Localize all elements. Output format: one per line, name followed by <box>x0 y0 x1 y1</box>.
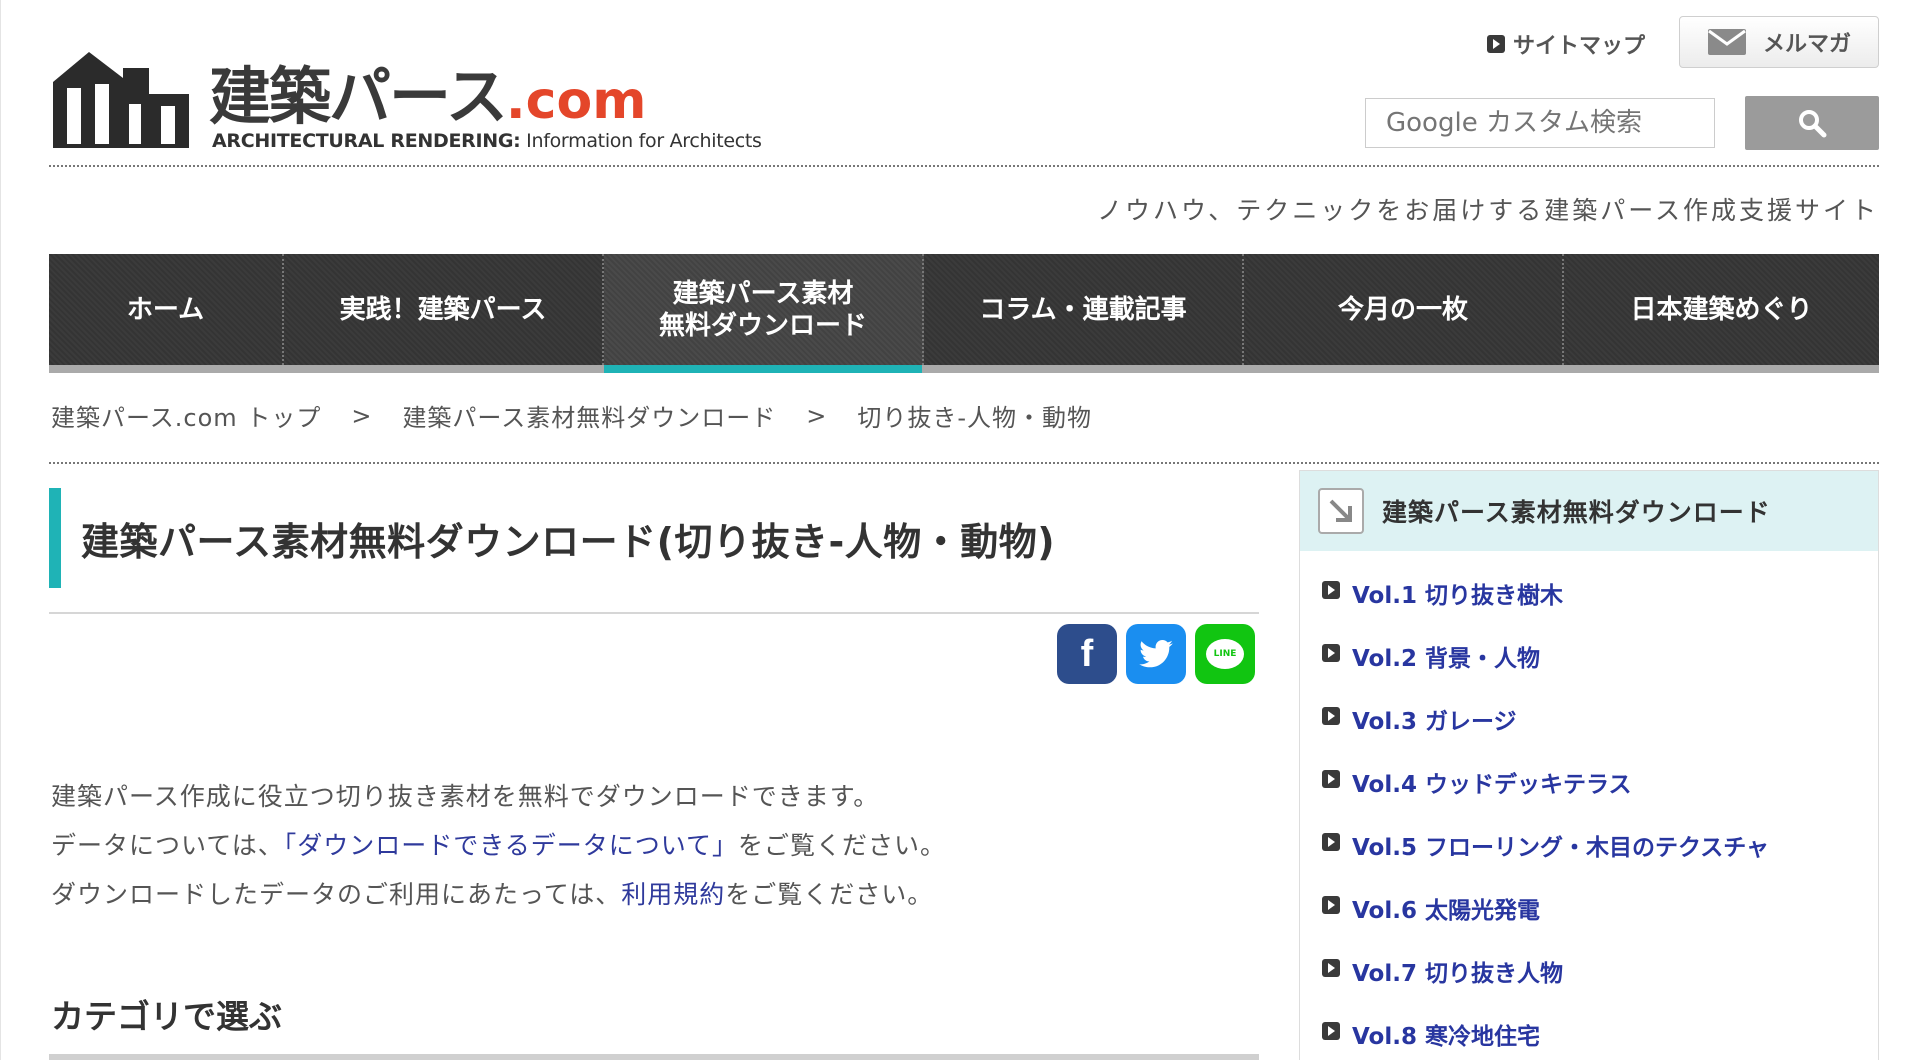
terms-link[interactable]: 利用規約 <box>621 880 725 909</box>
breadcrumb-separator: > <box>351 401 373 430</box>
breadcrumb: 建築パース.com トップ > 建築パース素材無料ダウンロード > 切り抜き-人… <box>51 398 1092 433</box>
intro-line-3-post: をご覧ください。 <box>725 880 934 909</box>
arrow-right-square-icon <box>1322 1021 1340 1040</box>
nav-item-label: 実践！建築パース <box>339 294 547 325</box>
page-title: 建築パース素材無料ダウンロード(切り抜き-人物・動物) <box>49 488 1259 588</box>
sidebar-item-label: Vol.4 ウッドデッキテラス <box>1352 771 1632 798</box>
arrow-right-square-icon <box>1487 35 1505 53</box>
logo-title-main: 建築パース <box>209 60 508 133</box>
line-share-button[interactable]: LINE <box>1195 624 1255 684</box>
search-input[interactable] <box>1365 98 1715 148</box>
about-data-link[interactable]: 「ダウンロードできるデータについて」 <box>284 831 738 860</box>
facebook-share-button[interactable]: f <box>1057 624 1117 684</box>
intro-text: 建築パース作成に役立つ切り抜き素材を無料でダウンロードできます。 データについて… <box>51 772 946 919</box>
logo-sub-bold: ARCHITECTURAL RENDERING: <box>212 130 521 152</box>
arrow-down-right-icon <box>1318 488 1364 534</box>
mailmag-button[interactable]: メルマガ <box>1679 16 1879 68</box>
intro-line-2-pre: データについては、 <box>51 831 284 860</box>
sidebar-item-label: Vol.1 切り抜き樹木 <box>1352 582 1563 609</box>
arrow-right-square-icon <box>1322 643 1340 662</box>
logo-sub-light: Information for Architects <box>520 130 762 152</box>
nav-item-home[interactable]: ホーム <box>49 254 284 365</box>
nav-item-practice[interactable]: 実践！建築パース <box>284 254 604 365</box>
twitter-share-button[interactable] <box>1126 624 1186 684</box>
breadcrumb-divider <box>49 462 1879 464</box>
sidebar-item-label: Vol.3 ガレージ <box>1352 708 1517 735</box>
category-bar <box>49 1054 1259 1060</box>
sidebar-item-vol5[interactable]: Vol.5 フローリング・木目のテクスチャ <box>1300 813 1878 876</box>
sidebar-item-label: Vol.8 寒冷地住宅 <box>1352 1023 1540 1050</box>
twitter-bird-icon <box>1139 640 1173 668</box>
logo-title: 建築パース.com <box>209 46 646 136</box>
sidebar-list: Vol.1 切り抜き樹木 Vol.2 背景・人物 Vol.3 ガレージ Vol.… <box>1300 551 1878 1060</box>
nav-item-label: 今月の一枚 <box>1337 294 1468 325</box>
nav-item-label-line1: 建築パース素材 <box>672 278 854 309</box>
logo-subtitle: ARCHITECTURAL RENDERING: Information for… <box>212 130 762 152</box>
sidebar-item-label: Vol.7 切り抜き人物 <box>1352 960 1563 987</box>
breadcrumb-item-current: 切り抜き-人物・動物 <box>857 404 1093 432</box>
global-nav: ホーム 実践！建築パース 建築パース素材 無料ダウンロード コラム・連載記事 今… <box>49 254 1879 373</box>
intro-line-3: ダウンロードしたデータのご利用にあたっては、利用規約をご覧ください。 <box>51 870 946 919</box>
sidebar-item-vol2[interactable]: Vol.2 背景・人物 <box>1300 624 1878 687</box>
line-bubble-icon: LINE <box>1206 639 1244 669</box>
nav-item-japan-architecture[interactable]: 日本建築めぐり <box>1564 254 1879 365</box>
breadcrumb-item-download[interactable]: 建築パース素材無料ダウンロード <box>402 398 776 433</box>
sidebar: 建築パース素材無料ダウンロード Vol.1 切り抜き樹木 Vol.2 背景・人物… <box>1299 470 1879 1060</box>
sidebar-item-vol8[interactable]: Vol.8 寒冷地住宅 <box>1300 1002 1878 1060</box>
site-tagline: ノウハウ、テクニックをお届けする建築パース作成支援サイト <box>1096 196 1879 225</box>
nav-item-monthly[interactable]: 今月の一枚 <box>1244 254 1564 365</box>
sidebar-item-label: Vol.2 背景・人物 <box>1352 645 1540 672</box>
sitemap-label: サイトマップ <box>1513 34 1646 59</box>
nav-item-label: 日本建築めぐり <box>1630 294 1813 325</box>
mail-icon <box>1707 29 1746 55</box>
arrow-right-square-icon <box>1322 769 1340 788</box>
sidebar-item-vol3[interactable]: Vol.3 ガレージ <box>1300 687 1878 750</box>
arrow-right-square-icon <box>1322 958 1340 977</box>
line-icon-text: LINE <box>1213 649 1237 659</box>
arrow-right-square-icon <box>1322 706 1340 725</box>
arrow-right-square-icon <box>1322 895 1340 914</box>
title-divider <box>49 612 1259 614</box>
nav-item-label: コラム・連載記事 <box>979 294 1187 325</box>
category-heading: カテゴリで選ぶ <box>51 997 282 1036</box>
search-button[interactable] <box>1745 96 1879 150</box>
nav-item-free-download[interactable]: 建築パース素材 無料ダウンロード <box>604 254 924 373</box>
intro-line-2: データについては、「ダウンロードできるデータについて」をご覧ください。 <box>51 821 946 870</box>
site-logo[interactable]: 建築パース.com ARCHITECTURAL RENDERING: Infor… <box>49 46 762 156</box>
search-icon <box>1799 110 1827 138</box>
arrow-right-square-icon <box>1322 580 1340 599</box>
intro-line-1: 建築パース作成に役立つ切り抜き素材を無料でダウンロードできます。 <box>51 782 880 811</box>
mailmag-label: メルマガ <box>1762 32 1851 57</box>
sidebar-item-label: Vol.5 フローリング・木目のテクスチャ <box>1352 834 1770 861</box>
sidebar-item-vol6[interactable]: Vol.6 太陽光発電 <box>1300 876 1878 939</box>
sidebar-item-vol7[interactable]: Vol.7 切り抜き人物 <box>1300 939 1878 1002</box>
breadcrumb-separator: > <box>806 401 828 430</box>
facebook-icon: f <box>1080 632 1094 675</box>
sidebar-header: 建築パース素材無料ダウンロード <box>1300 471 1878 551</box>
header-divider <box>49 165 1879 167</box>
sidebar-item-label: Vol.6 太陽光発電 <box>1352 897 1540 924</box>
sidebar-item-vol1[interactable]: Vol.1 切り抜き樹木 <box>1300 561 1878 624</box>
arrow-right-square-icon <box>1322 832 1340 851</box>
sidebar-title: 建築パース素材無料ダウンロード <box>1382 498 1771 527</box>
page: 建築パース.com ARCHITECTURAL RENDERING: Infor… <box>0 0 1915 1060</box>
building-logo-icon <box>53 52 189 148</box>
sidebar-item-vol4[interactable]: Vol.4 ウッドデッキテラス <box>1300 750 1878 813</box>
logo-title-tld: .com <box>505 71 647 131</box>
nav-item-column[interactable]: コラム・連載記事 <box>924 254 1244 365</box>
nav-item-label-line2: 無料ダウンロード <box>658 310 867 341</box>
intro-line-3-pre: ダウンロードしたデータのご利用にあたっては、 <box>51 880 622 909</box>
breadcrumb-item-top[interactable]: 建築パース.com トップ <box>51 398 321 433</box>
sitemap-link[interactable]: サイトマップ <box>1487 28 1645 60</box>
intro-line-2-post: をご覧ください。 <box>738 831 947 860</box>
nav-item-label: ホーム <box>126 294 205 325</box>
